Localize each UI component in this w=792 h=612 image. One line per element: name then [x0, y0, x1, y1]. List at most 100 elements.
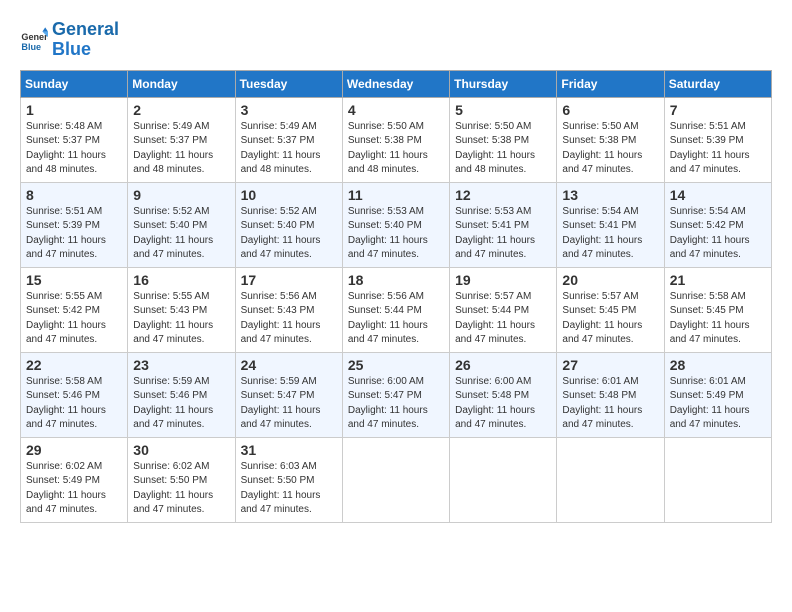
calendar-day-cell: 31 Sunrise: 6:03 AM Sunset: 5:50 PM Dayli… [235, 437, 342, 522]
calendar-day-cell [664, 437, 771, 522]
day-number: 12 [455, 187, 551, 203]
day-of-week-header: Friday [557, 70, 664, 97]
calendar-day-cell: 20Sunrise: 5:57 AM Sunset: 5:45 PM Dayli… [557, 267, 664, 352]
day-number: 13 [562, 187, 658, 203]
calendar-week-row: 22 Sunrise: 5:58 AM Sunset: 5:46 PM Dayli… [21, 352, 772, 437]
calendar-day-cell: 17 Sunrise: 5:56 AM Sunset: 5:43 PM Dayli… [235, 267, 342, 352]
day-number: 8 [26, 187, 122, 203]
day-number: 28 [670, 357, 766, 373]
day-detail: Sunrise: 6:01 AM Sunset: 5:48 PM Dayligh… [562, 375, 658, 433]
calendar-day-cell: 2Sunrise: 5:49 AM Sunset: 5:37 PM Daylig… [128, 97, 235, 182]
calendar-week-row: 8 Sunrise: 5:51 AM Sunset: 5:39 PM Daylig… [21, 182, 772, 267]
day-detail: Sunrise: 5:54 AM Sunset: 5:41 PM Dayligh… [562, 205, 658, 263]
calendar-week-row: 1 Sunrise: 5:48 AM Sunset: 5:37 PM Daylig… [21, 97, 772, 182]
day-detail: Sunrise: 5:49 AM Sunset: 5:37 PM Dayligh… [241, 120, 337, 178]
day-number: 11 [348, 187, 444, 203]
calendar-table: SundayMondayTuesdayWednesdayThursdayFrid… [20, 70, 772, 523]
calendar-day-cell: 14 Sunrise: 5:54 AM Sunset: 5:42 PM Dayli… [664, 182, 771, 267]
calendar-day-cell: 4 Sunrise: 5:50 AM Sunset: 5:38 PM Daylig… [342, 97, 449, 182]
calendar-day-cell: 15Sunrise: 5:55 AM Sunset: 5:42 PM Dayli… [21, 267, 128, 352]
day-number: 18 [348, 272, 444, 288]
day-detail: Sunrise: 5:50 AM Sunset: 5:38 PM Dayligh… [562, 120, 658, 178]
day-number: 20 [562, 272, 658, 288]
day-detail: Sunrise: 5:53 AM Sunset: 5:40 PM Dayligh… [348, 205, 444, 263]
day-detail: Sunrise: 5:51 AM Sunset: 5:39 PM Dayligh… [26, 205, 122, 263]
calendar-header-row: SundayMondayTuesdayWednesdayThursdayFrid… [21, 70, 772, 97]
day-detail: Sunrise: 5:58 AM Sunset: 5:45 PM Dayligh… [670, 290, 766, 348]
day-detail: Sunrise: 5:58 AM Sunset: 5:46 PM Dayligh… [26, 375, 122, 433]
day-number: 23 [133, 357, 229, 373]
day-number: 1 [26, 102, 122, 118]
calendar-day-cell: 18 Sunrise: 5:56 AM Sunset: 5:44 PM Dayli… [342, 267, 449, 352]
calendar-day-cell: 27 Sunrise: 6:01 AM Sunset: 5:48 PM Dayli… [557, 352, 664, 437]
calendar-day-cell: 23Sunrise: 5:59 AM Sunset: 5:46 PM Dayli… [128, 352, 235, 437]
calendar-day-cell [557, 437, 664, 522]
svg-text:General: General [21, 32, 48, 42]
day-number: 29 [26, 442, 122, 458]
day-of-week-header: Wednesday [342, 70, 449, 97]
calendar-day-cell: 3 Sunrise: 5:49 AM Sunset: 5:37 PM Daylig… [235, 97, 342, 182]
day-detail: Sunrise: 5:56 AM Sunset: 5:44 PM Dayligh… [348, 290, 444, 348]
day-number: 19 [455, 272, 551, 288]
day-number: 2 [133, 102, 229, 118]
calendar-day-cell [450, 437, 557, 522]
day-of-week-header: Tuesday [235, 70, 342, 97]
calendar-day-cell: 28 Sunrise: 6:01 AM Sunset: 5:49 PM Dayli… [664, 352, 771, 437]
calendar-day-cell: 30 Sunrise: 6:02 AM Sunset: 5:50 PM Dayli… [128, 437, 235, 522]
calendar-day-cell: 10Sunrise: 5:52 AM Sunset: 5:40 PM Dayli… [235, 182, 342, 267]
day-number: 4 [348, 102, 444, 118]
day-detail: Sunrise: 6:00 AM Sunset: 5:48 PM Dayligh… [455, 375, 551, 433]
calendar-day-cell: 1 Sunrise: 5:48 AM Sunset: 5:37 PM Daylig… [21, 97, 128, 182]
calendar-day-cell: 19 Sunrise: 5:57 AM Sunset: 5:44 PM Dayli… [450, 267, 557, 352]
day-detail: Sunrise: 6:00 AM Sunset: 5:47 PM Dayligh… [348, 375, 444, 433]
day-number: 9 [133, 187, 229, 203]
day-detail: Sunrise: 6:02 AM Sunset: 5:50 PM Dayligh… [133, 460, 229, 518]
day-number: 22 [26, 357, 122, 373]
page-header: General Blue GeneralBlue [20, 20, 772, 60]
day-detail: Sunrise: 6:01 AM Sunset: 5:49 PM Dayligh… [670, 375, 766, 433]
day-number: 5 [455, 102, 551, 118]
calendar-day-cell: 6 Sunrise: 5:50 AM Sunset: 5:38 PM Daylig… [557, 97, 664, 182]
day-number: 6 [562, 102, 658, 118]
day-detail: Sunrise: 5:55 AM Sunset: 5:42 PM Dayligh… [26, 290, 122, 348]
day-detail: Sunrise: 5:57 AM Sunset: 5:44 PM Dayligh… [455, 290, 551, 348]
calendar-week-row: 15Sunrise: 5:55 AM Sunset: 5:42 PM Dayli… [21, 267, 772, 352]
calendar-day-cell: 25 Sunrise: 6:00 AM Sunset: 5:47 PM Dayli… [342, 352, 449, 437]
day-number: 14 [670, 187, 766, 203]
calendar-day-cell: 21 Sunrise: 5:58 AM Sunset: 5:45 PM Dayli… [664, 267, 771, 352]
day-detail: Sunrise: 5:48 AM Sunset: 5:37 PM Dayligh… [26, 120, 122, 178]
calendar-day-cell: 16 Sunrise: 5:55 AM Sunset: 5:43 PM Dayli… [128, 267, 235, 352]
calendar-day-cell: 29Sunrise: 6:02 AM Sunset: 5:49 PM Dayli… [21, 437, 128, 522]
day-detail: Sunrise: 5:54 AM Sunset: 5:42 PM Dayligh… [670, 205, 766, 263]
day-number: 27 [562, 357, 658, 373]
calendar-day-cell: 24Sunrise: 5:59 AM Sunset: 5:47 PM Dayli… [235, 352, 342, 437]
logo-icon: General Blue [20, 26, 48, 54]
day-number: 7 [670, 102, 766, 118]
day-detail: Sunrise: 5:56 AM Sunset: 5:43 PM Dayligh… [241, 290, 337, 348]
calendar-day-cell [342, 437, 449, 522]
logo: General Blue GeneralBlue [20, 20, 119, 60]
calendar-day-cell: 8 Sunrise: 5:51 AM Sunset: 5:39 PM Daylig… [21, 182, 128, 267]
day-detail: Sunrise: 5:52 AM Sunset: 5:40 PM Dayligh… [133, 205, 229, 263]
calendar-day-cell: 5Sunrise: 5:50 AM Sunset: 5:38 PM Daylig… [450, 97, 557, 182]
day-of-week-header: Saturday [664, 70, 771, 97]
day-detail: Sunrise: 6:03 AM Sunset: 5:50 PM Dayligh… [241, 460, 337, 518]
day-number: 31 [241, 442, 337, 458]
day-detail: Sunrise: 5:50 AM Sunset: 5:38 PM Dayligh… [348, 120, 444, 178]
day-number: 16 [133, 272, 229, 288]
logo-text: GeneralBlue [52, 20, 119, 60]
calendar-day-cell: 7Sunrise: 5:51 AM Sunset: 5:39 PM Daylig… [664, 97, 771, 182]
svg-text:Blue: Blue [21, 42, 41, 52]
day-number: 17 [241, 272, 337, 288]
day-number: 26 [455, 357, 551, 373]
day-of-week-header: Thursday [450, 70, 557, 97]
day-detail: Sunrise: 5:52 AM Sunset: 5:40 PM Dayligh… [241, 205, 337, 263]
day-of-week-header: Monday [128, 70, 235, 97]
day-number: 3 [241, 102, 337, 118]
calendar-day-cell: 13 Sunrise: 5:54 AM Sunset: 5:41 PM Dayli… [557, 182, 664, 267]
day-number: 30 [133, 442, 229, 458]
day-number: 21 [670, 272, 766, 288]
day-number: 25 [348, 357, 444, 373]
calendar-day-cell: 26 Sunrise: 6:00 AM Sunset: 5:48 PM Dayli… [450, 352, 557, 437]
day-detail: Sunrise: 5:55 AM Sunset: 5:43 PM Dayligh… [133, 290, 229, 348]
